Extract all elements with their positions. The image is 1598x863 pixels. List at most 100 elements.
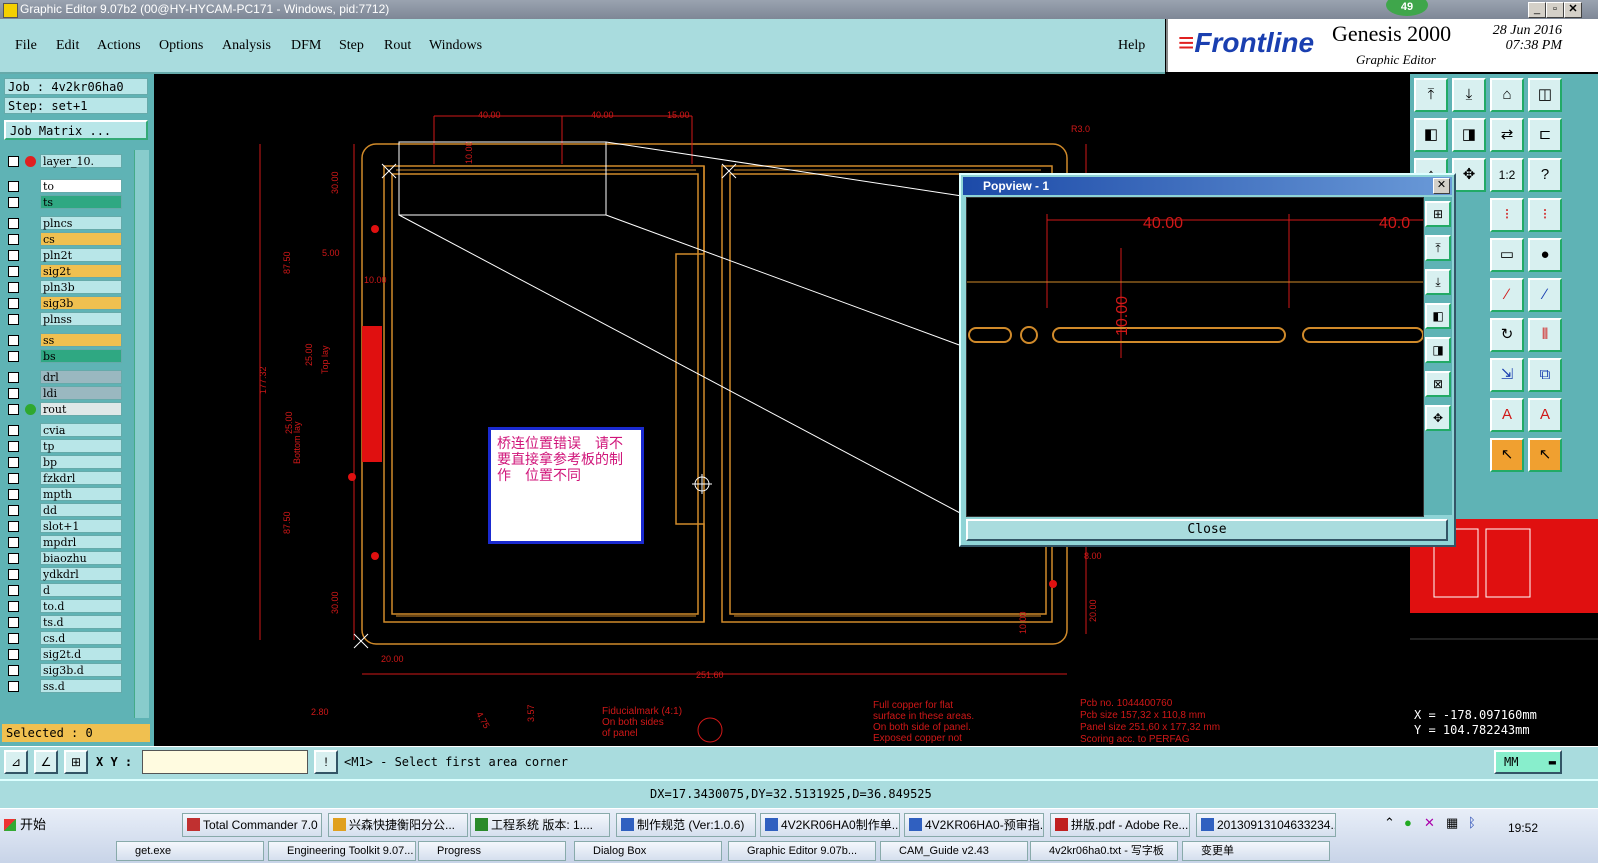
layer-name[interactable]: d bbox=[40, 583, 122, 597]
pointer-icon[interactable]: ↖ bbox=[1490, 438, 1524, 472]
layer-name[interactable]: cs.d bbox=[40, 631, 122, 645]
taskbar-button[interactable]: 4V2KR06HA0制作单.... bbox=[760, 813, 900, 837]
layer-name[interactable]: sig3b.d bbox=[40, 663, 122, 677]
swap-icon[interactable]: ⇄ bbox=[1490, 118, 1524, 152]
measure-icon[interactable]: ∠ bbox=[34, 750, 58, 774]
menu-file[interactable]: File bbox=[15, 38, 37, 54]
pv-left-icon[interactable]: ◧ bbox=[1425, 303, 1451, 329]
layer-row[interactable]: d bbox=[6, 583, 124, 598]
layer-name[interactable]: ldi bbox=[40, 386, 122, 400]
layer-scrollbar[interactable] bbox=[134, 150, 149, 718]
layer-row[interactable]: plncs bbox=[6, 216, 124, 231]
layer-row[interactable]: dd bbox=[6, 503, 124, 518]
layer-name[interactable]: mpth bbox=[40, 487, 122, 501]
text-a2-icon[interactable]: A bbox=[1528, 398, 1562, 432]
home-bottom-icon[interactable]: ⤓ bbox=[1452, 78, 1486, 112]
taskbar-button[interactable]: 变更单 bbox=[1182, 841, 1330, 861]
layer-checkbox[interactable] bbox=[8, 181, 19, 192]
layer-checkbox[interactable] bbox=[8, 457, 19, 468]
pv-move-icon[interactable]: ✥ bbox=[1425, 405, 1451, 431]
layer-row[interactable]: slot+1 bbox=[6, 519, 124, 534]
layer-row[interactable]: ts.d bbox=[6, 615, 124, 630]
tray-arrow-icon[interactable]: ⌃ bbox=[1384, 815, 1395, 831]
layer-checkbox[interactable] bbox=[8, 197, 19, 208]
layer-checkbox[interactable] bbox=[8, 234, 19, 245]
layer-checkbox[interactable] bbox=[8, 537, 19, 548]
layer-name[interactable]: sig2t bbox=[40, 264, 122, 278]
layer-name[interactable]: pln2t bbox=[40, 248, 122, 262]
layer-row[interactable]: plnss bbox=[6, 312, 124, 327]
layer-name[interactable]: pln3b bbox=[40, 280, 122, 294]
layer-row[interactable]: layer_10. bbox=[6, 154, 124, 169]
layer-checkbox[interactable] bbox=[8, 601, 19, 612]
menu-windows[interactable]: Windows bbox=[429, 38, 482, 54]
layer-checkbox[interactable] bbox=[8, 372, 19, 383]
layer-row[interactable]: sig3b.d bbox=[6, 663, 124, 678]
taskbar-button[interactable]: Total Commander 7.0 ... bbox=[182, 813, 322, 837]
layer-row[interactable]: bp bbox=[6, 455, 124, 470]
layer-name[interactable]: plnss bbox=[40, 312, 122, 326]
taskbar-button[interactable]: 20130913104633234... bbox=[1196, 813, 1336, 837]
grid-icon[interactable]: ⊞ bbox=[64, 750, 88, 774]
layer-checkbox[interactable] bbox=[8, 505, 19, 516]
layer-row[interactable]: ydkdrl bbox=[6, 567, 124, 582]
pan-left-icon[interactable]: ◧ bbox=[1414, 118, 1448, 152]
taskbar-button[interactable]: 兴森快捷衡阳分公... bbox=[328, 813, 468, 837]
layer-name[interactable]: ss.d bbox=[40, 679, 122, 693]
layer-row[interactable]: to bbox=[6, 179, 124, 194]
popview-close-button[interactable]: Close bbox=[966, 519, 1448, 541]
units-dropdown[interactable]: MM ▬ bbox=[1494, 750, 1562, 774]
layer-checkbox[interactable] bbox=[8, 489, 19, 500]
line-icon[interactable]: ∕ bbox=[1490, 278, 1524, 312]
ruler-icon[interactable]: ▭ bbox=[1490, 238, 1524, 272]
split-view-icon[interactable]: ◫ bbox=[1528, 78, 1562, 112]
copy-feature-icon[interactable]: ⧉ bbox=[1528, 358, 1562, 392]
layer-checkbox[interactable] bbox=[8, 473, 19, 484]
layer-name[interactable]: sig2t.d bbox=[40, 647, 122, 661]
layer-row[interactable]: drl bbox=[6, 370, 124, 385]
layer-checkbox[interactable] bbox=[8, 521, 19, 532]
layer-checkbox[interactable] bbox=[8, 218, 19, 229]
taskbar-button[interactable]: Graphic Editor 9.07b... bbox=[728, 841, 876, 861]
layer-name[interactable]: plncs bbox=[40, 216, 122, 230]
layer-row[interactable]: pln2t bbox=[6, 248, 124, 263]
taskbar-button[interactable]: 拼版.pdf - Adobe Re... bbox=[1050, 813, 1190, 837]
pv-zoom-in-icon[interactable]: ⊞ bbox=[1425, 201, 1451, 227]
layer-name[interactable]: layer_10. bbox=[40, 154, 122, 168]
menu-analysis[interactable]: Analysis bbox=[222, 38, 271, 54]
layer-checkbox[interactable] bbox=[8, 298, 19, 309]
popview-screen[interactable]: 40.00 40.0 10.00 bbox=[966, 197, 1424, 517]
home-top-icon[interactable]: ⤒ bbox=[1414, 78, 1448, 112]
restore-button[interactable]: ▫ bbox=[1546, 2, 1564, 18]
window-titlebar[interactable]: Graphic Editor 9.07b2 (00@HY-HYCAM-PC171… bbox=[0, 0, 1598, 19]
layer-checkbox[interactable] bbox=[8, 633, 19, 644]
taskbar-button[interactable]: Progress bbox=[418, 841, 566, 861]
layer-name[interactable]: bs bbox=[40, 349, 122, 363]
taskbar-button[interactable]: Engineering Toolkit 9.07... bbox=[268, 841, 416, 861]
layer-name[interactable]: fzkdrl bbox=[40, 471, 122, 485]
layer-row[interactable]: mpdrl bbox=[6, 535, 124, 550]
taskbar-button[interactable]: 制作规范 (Ver:1.0.6) bbox=[616, 813, 756, 837]
layer-name[interactable]: dd bbox=[40, 503, 122, 517]
home-icon[interactable]: ⌂ bbox=[1490, 78, 1524, 112]
taskbar-button[interactable]: CAM_Guide v2.43 bbox=[880, 841, 1028, 861]
layer-row[interactable]: cvia bbox=[6, 423, 124, 438]
layer-name[interactable]: drl bbox=[40, 370, 122, 384]
taskbar-button[interactable]: 4V2KR06HA0-预审指... bbox=[904, 813, 1044, 837]
layer-name[interactable]: cvia bbox=[40, 423, 122, 437]
layer-row[interactable]: to.d bbox=[6, 599, 124, 614]
layer-row[interactable]: biaozhu bbox=[6, 551, 124, 566]
layer-checkbox[interactable] bbox=[8, 335, 19, 346]
layer-row[interactable]: ldi bbox=[6, 386, 124, 401]
layer-checkbox[interactable] bbox=[8, 156, 19, 167]
layer-row[interactable]: bs bbox=[6, 349, 124, 364]
layer-checkbox[interactable] bbox=[8, 441, 19, 452]
tray-green-icon[interactable]: ● bbox=[1404, 815, 1412, 830]
frame-icon[interactable]: ⫴ bbox=[1528, 318, 1562, 352]
menu-help[interactable]: Help bbox=[1118, 38, 1145, 54]
layer-name[interactable]: slot+1 bbox=[40, 519, 122, 533]
tray-x-icon[interactable]: ✕ bbox=[1424, 815, 1435, 831]
layer-name[interactable]: ydkdrl bbox=[40, 567, 122, 581]
layer-checkbox[interactable] bbox=[8, 266, 19, 277]
layer-row[interactable]: tp bbox=[6, 439, 124, 454]
